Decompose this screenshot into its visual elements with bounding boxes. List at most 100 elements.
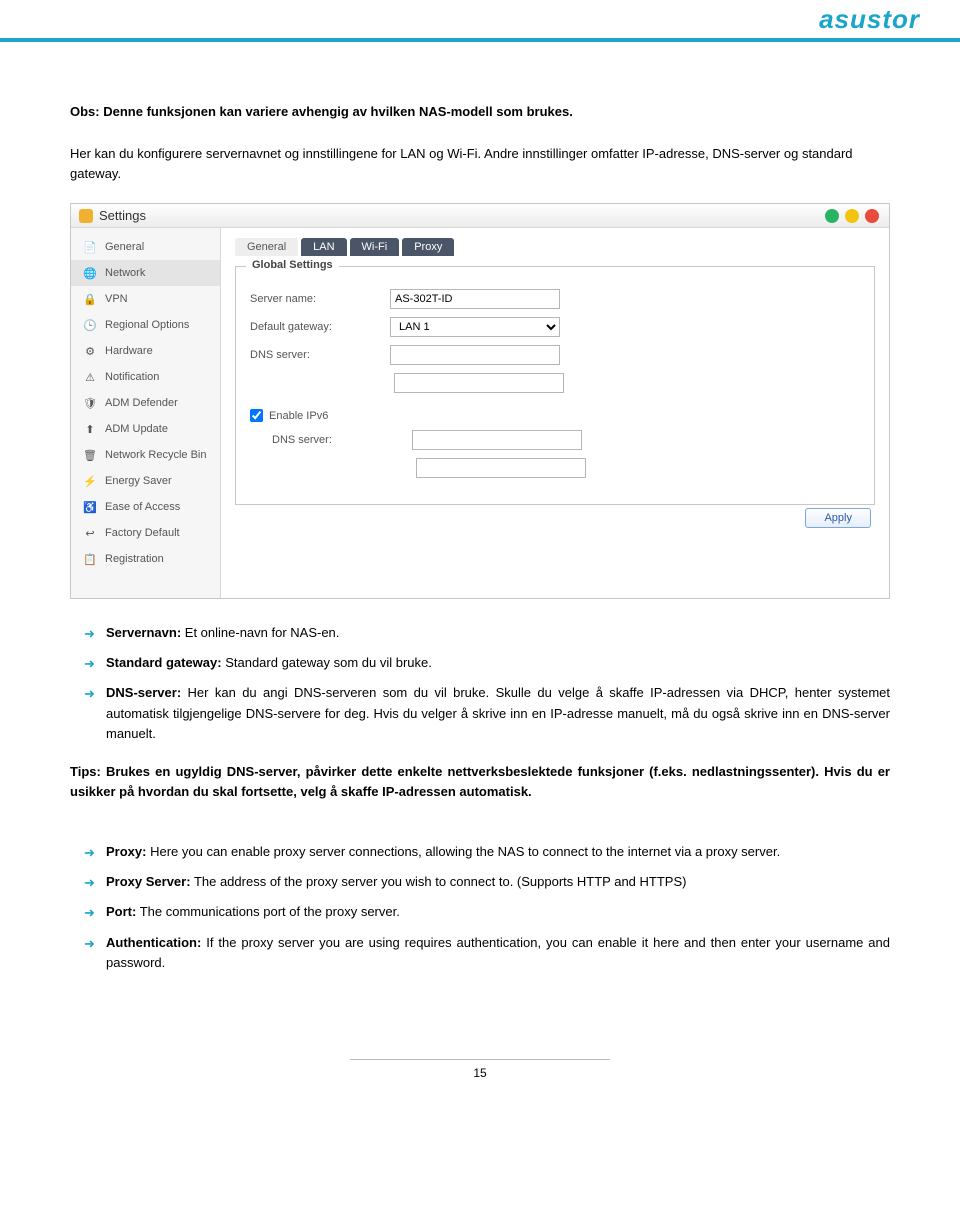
settings-sidebar: 📄 General 🌐 Network 🔒 VPN 🕒Regional Options ⚙ Ha… — [71, 228, 221, 598]
window-title: Settings — [79, 208, 146, 223]
gear-icon — [79, 209, 93, 223]
sidebar-item-notification-icon: ⚠ — [83, 370, 97, 384]
sidebar-item-recycle[interactable]: 🗑 Network Recycle Bin — [71, 442, 220, 468]
minimize-icon[interactable] — [845, 209, 859, 223]
help-icon[interactable] — [825, 209, 839, 223]
sidebar-item-vpn-label: VPN — [105, 293, 128, 305]
sidebar-item-hardware[interactable]: ⚙ Hardware — [71, 338, 220, 364]
settings-main-panel: GeneralLANWi-FiProxy Global Settings Ser… — [221, 228, 889, 598]
bullet-bold: Proxy Server: — [106, 874, 191, 889]
row-server-name: Server name: — [250, 289, 860, 309]
label-ipv6-dns: DNS server: — [272, 434, 412, 446]
list-item: DNS-server: Her kan du angi DNS-serveren… — [84, 683, 890, 743]
bullet-text: Here you can enable proxy server connect… — [146, 844, 780, 859]
window-controls — [825, 209, 879, 223]
tip-paragraph: Tips: Brukes en ugyldig DNS-server, påvi… — [70, 762, 890, 802]
bullet-bold: Standard gateway: — [106, 655, 222, 670]
sidebar-item-defender-label: ADM Defender — [105, 397, 178, 409]
sidebar-item-vpn[interactable]: 🔒 VPN — [71, 286, 220, 312]
sidebar-item-regional[interactable]: 🕒Regional Options — [71, 312, 220, 338]
label-default-gateway: Default gateway: — [250, 321, 390, 333]
checkbox-enable-ipv6[interactable] — [250, 409, 263, 422]
sidebar-item-defender[interactable]: 🛡 ADM Defender — [71, 390, 220, 416]
bullet-bold: Proxy: — [106, 844, 146, 859]
sidebar-item-access[interactable]: ♿ Ease of Access — [71, 494, 220, 520]
sidebar-item-energy[interactable]: ⚡ Energy Saver — [71, 468, 220, 494]
sidebar-item-general-icon: 📄 — [83, 240, 97, 254]
sidebar-item-network-label: Network — [105, 267, 145, 279]
sidebar-item-regional-icon: 🕒 — [83, 318, 97, 332]
sidebar-item-recycle-label: Network Recycle Bin — [105, 449, 206, 461]
bullet-text: If the proxy server you are using requir… — [106, 935, 890, 970]
sidebar-item-hardware-label: Hardware — [105, 345, 153, 357]
bullet-list-1: Servernavn: Et online-navn for NAS-en. St… — [84, 623, 890, 744]
close-icon[interactable] — [865, 209, 879, 223]
page-number: 15 — [70, 1053, 890, 1080]
ipv6-sub: DNS server: — [272, 430, 860, 478]
tab-lan[interactable]: LAN — [301, 238, 346, 256]
fieldset-legend: Global Settings — [246, 259, 339, 271]
tab-wifi[interactable]: Wi-Fi — [350, 238, 400, 256]
bullet-bold: Authentication: — [106, 935, 201, 950]
settings-window: Settings 📄 General 🌐 Network 🔒 VPN 🕒Regional O… — [70, 203, 890, 599]
sidebar-item-notification[interactable]: ⚠ Notification — [71, 364, 220, 390]
intro-note: Obs: Denne funksjonen kan variere avheng… — [70, 104, 573, 119]
sidebar-item-vpn-icon: 🔒 — [83, 292, 97, 306]
row-default-gateway: Default gateway: LAN 1 — [250, 317, 860, 337]
tab-general[interactable]: General — [235, 238, 298, 256]
sidebar-item-registration-label: Registration — [105, 553, 164, 565]
intro-paragraph: Obs: Denne funksjonen kan variere avheng… — [70, 102, 890, 185]
bullet-text: Her kan du angi DNS-serveren som du vil … — [106, 685, 890, 740]
sidebar-item-defender-icon: 🛡 — [83, 396, 97, 410]
sidebar-item-update-label: ADM Update — [105, 423, 168, 435]
input-ipv6-dns-2[interactable] — [416, 458, 586, 478]
sidebar-item-network-icon: 🌐 — [83, 266, 97, 280]
sidebar-item-update[interactable]: ⬆ ADM Update — [71, 416, 220, 442]
window-titlebar: Settings — [71, 204, 889, 228]
sidebar-item-energy-icon: ⚡ — [83, 474, 97, 488]
row-ipv6-dns-1: DNS server: — [272, 430, 860, 450]
sidebar-item-access-label: Ease of Access — [105, 501, 180, 513]
label-server-name: Server name: — [250, 293, 390, 305]
page-body: Obs: Denne funksjonen kan variere avheng… — [0, 42, 960, 1120]
apply-button[interactable]: Apply — [805, 508, 871, 528]
sidebar-item-update-icon: ⬆ — [83, 422, 97, 436]
select-default-gateway[interactable]: LAN 1 — [390, 317, 560, 337]
row-dns-1: DNS server: — [250, 345, 860, 365]
row-ipv6-dns-2 — [272, 458, 860, 478]
sidebar-item-access-icon: ♿ — [83, 500, 97, 514]
input-dns-2[interactable] — [394, 373, 564, 393]
label-dns: DNS server: — [250, 349, 390, 361]
sidebar-item-notification-label: Notification — [105, 371, 159, 383]
input-server-name[interactable] — [390, 289, 560, 309]
sidebar-item-factory-icon: ↩ — [83, 526, 97, 540]
bullet-text: The communications port of the proxy ser… — [136, 904, 400, 919]
list-item: Standard gateway: Standard gateway som d… — [84, 653, 890, 673]
tab-proxy[interactable]: Proxy — [402, 238, 454, 256]
sidebar-item-network[interactable]: 🌐 Network — [71, 260, 220, 286]
input-dns-1[interactable] — [390, 345, 560, 365]
bullet-bold: Servernavn: — [106, 625, 181, 640]
list-item: Authentication: If the proxy server you … — [84, 933, 890, 973]
global-settings-fieldset: Global Settings Server name: Default gat… — [235, 266, 875, 505]
sidebar-item-factory-label: Factory Default — [105, 527, 180, 539]
sidebar-item-general-label: General — [105, 241, 144, 253]
sidebar-item-energy-label: Energy Saver — [105, 475, 172, 487]
brand-logo: asustor — [819, 4, 920, 35]
sidebar-item-registration[interactable]: 📋Registration — [71, 546, 220, 572]
sidebar-item-general[interactable]: 📄 General — [71, 234, 220, 260]
window-title-text: Settings — [99, 208, 146, 223]
bullet-bold: Port: — [106, 904, 136, 919]
input-ipv6-dns-1[interactable] — [412, 430, 582, 450]
list-item: Proxy Server: The address of the proxy s… — [84, 872, 890, 892]
list-item: Proxy: Here you can enable proxy server … — [84, 842, 890, 862]
intro-text: Her kan du konfigurere servernavnet og i… — [70, 146, 853, 182]
sidebar-item-hardware-icon: ⚙ — [83, 344, 97, 358]
page-header: asustor — [0, 0, 960, 42]
list-item: Port: The communications port of the pro… — [84, 902, 890, 922]
sidebar-item-factory[interactable]: ↩ Factory Default — [71, 520, 220, 546]
sidebar-item-recycle-icon: 🗑 — [83, 448, 97, 462]
row-enable-ipv6: Enable IPv6 — [250, 409, 860, 422]
label-enable-ipv6: Enable IPv6 — [269, 410, 328, 422]
bullet-text: Et online-navn for NAS-en. — [181, 625, 339, 640]
